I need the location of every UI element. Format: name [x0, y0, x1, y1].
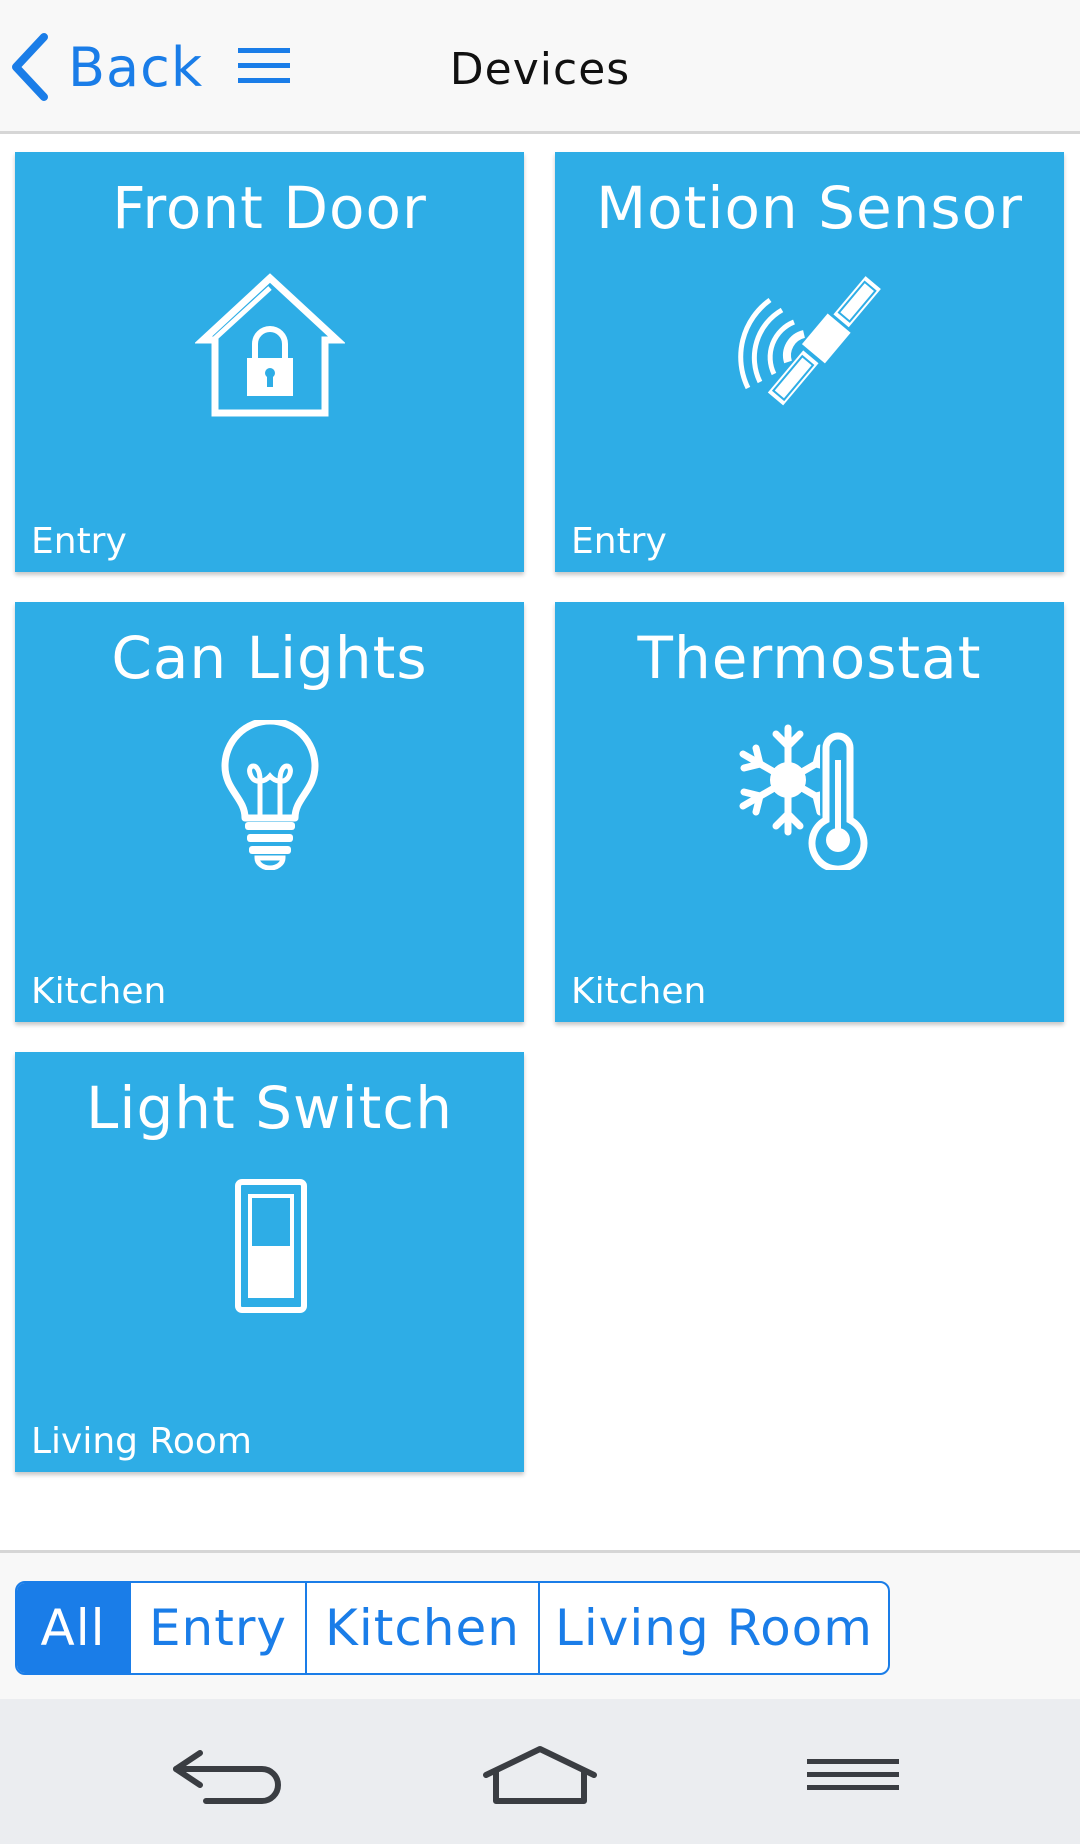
- page-title: Devices: [449, 44, 631, 95]
- light-switch-icon: [234, 1179, 307, 1313]
- device-room: Entry: [571, 521, 667, 562]
- filter-entry[interactable]: Entry: [129, 1583, 305, 1673]
- nav-menu-icon[interactable]: [805, 1739, 901, 1809]
- room-filter-segmented-control: All Entry Kitchen Living Room: [15, 1581, 890, 1675]
- device-tile-light-switch[interactable]: Light Switch Living Room: [15, 1052, 524, 1472]
- device-name: Front Door: [112, 174, 427, 242]
- device-name: Motion Sensor: [596, 174, 1023, 242]
- device-tile-front-door[interactable]: Front Door Entry: [15, 152, 524, 572]
- device-name: Thermostat: [637, 624, 982, 692]
- device-room: Living Room: [31, 1421, 252, 1462]
- satellite-icon: [737, 276, 881, 406]
- device-name: Can Lights: [111, 624, 428, 692]
- device-tile-thermostat[interactable]: Thermostat Kitchen: [555, 602, 1064, 1022]
- filter-kitchen[interactable]: Kitchen: [305, 1583, 538, 1673]
- filter-all[interactable]: All: [17, 1583, 129, 1673]
- device-room: Kitchen: [31, 971, 167, 1012]
- device-name: Light Switch: [86, 1074, 453, 1142]
- snowflake-thermometer-icon: [739, 724, 867, 870]
- device-tile-motion-sensor[interactable]: Motion Sensor Entry: [555, 152, 1064, 572]
- nav-home-icon[interactable]: [480, 1739, 600, 1809]
- filter-living-room[interactable]: Living Room: [538, 1583, 888, 1673]
- house-lock-icon: [194, 273, 345, 417]
- filter-bar: All Entry Kitchen Living Room: [0, 1553, 1080, 1699]
- lightbulb-icon: [221, 720, 318, 870]
- device-room: Kitchen: [571, 971, 707, 1012]
- device-tile-can-lights[interactable]: Can Lights Kitchen: [15, 602, 524, 1022]
- nav-back-icon[interactable]: [170, 1739, 285, 1809]
- system-navigation-bar: [0, 1699, 1080, 1844]
- device-room: Entry: [31, 521, 127, 562]
- header-bar: Back Devices: [0, 0, 1080, 134]
